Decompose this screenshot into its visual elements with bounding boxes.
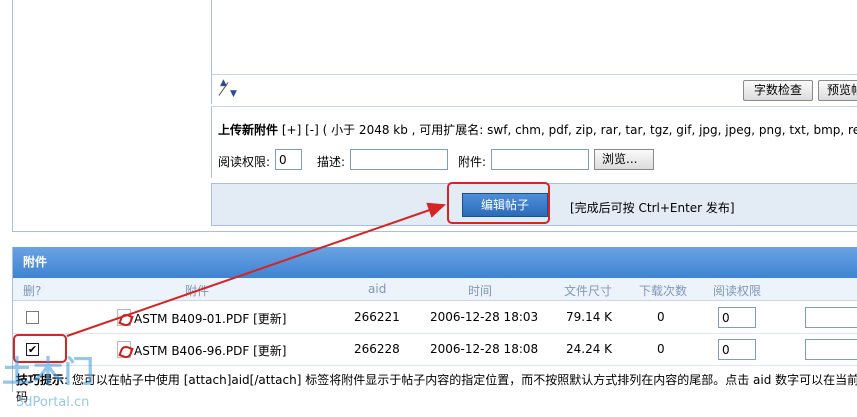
- upload-title-line: 上传新附件 [+] [-] ( 小于 2048 kb , 可用扩展名: swf,…: [218, 121, 857, 138]
- attachment-time: 2006-12-28 18:08: [430, 342, 539, 356]
- attachments-column-headers: 删? 附件 aid 时间 文件尺寸 下载次数 阅读权限: [13, 278, 857, 301]
- attachment-aid[interactable]: 266221: [354, 310, 400, 324]
- desc-input[interactable]: [350, 149, 448, 170]
- update-link[interactable]: [更新]: [253, 344, 286, 358]
- attachment-name: ASTM B406-96.PDF [更新]: [134, 344, 287, 358]
- file-input[interactable]: [491, 149, 589, 170]
- attachment-size: 79.14 K: [566, 310, 613, 324]
- collapse-link[interactable]: [-]: [305, 123, 319, 137]
- desc-label: 描述:: [317, 155, 346, 169]
- attachment-time: 2006-12-28 18:03: [430, 310, 539, 324]
- tips-text: : 您可以在帖子中使用 [attach]aid[/attach] 标签将附件显示…: [64, 373, 857, 387]
- attachments-header: 附件: [13, 247, 857, 278]
- col-delete: 删?: [23, 284, 42, 298]
- col-time: 时间: [468, 284, 493, 298]
- delete-checkbox[interactable]: [26, 311, 39, 324]
- attachment-downloads: 0: [657, 310, 665, 324]
- editor-toolbar: ▲▼ 字数检查 预览帖: [211, 74, 857, 104]
- attachment-aid[interactable]: 266228: [354, 342, 400, 356]
- col-downloads: 下载次数: [639, 284, 688, 298]
- attachment-downloads: 0: [657, 342, 665, 356]
- table-row: ASTM B409-01.PDF [更新] 266221 2006-12-28 …: [13, 302, 857, 334]
- resize-editor-icon[interactable]: ▲ ▼: [218, 79, 238, 99]
- col-size: 文件尺寸: [564, 284, 613, 298]
- upload-panel: 上传新附件 [+] [-] ( 小于 2048 kb , 可用扩展名: swf,…: [211, 106, 857, 178]
- table-row: ✔ ASTM B406-96.PDF [更新] 266228 2006-12-2…: [13, 334, 857, 366]
- preview-button[interactable]: 预览帖: [818, 80, 857, 101]
- wordcount-button[interactable]: 字数检查: [743, 80, 813, 101]
- frame-left-border: [12, 0, 13, 232]
- read-perm-label: 阅读权限:: [218, 155, 271, 169]
- upload-limit-text: ( 小于 2048 kb , 可用扩展名: swf, chm, pdf, zip…: [322, 123, 857, 137]
- watermark-sub: 3dPortal.cn: [16, 395, 90, 410]
- annotation-highlight-submit: [447, 182, 550, 224]
- col-perm: 阅读权限: [713, 284, 762, 298]
- browse-button[interactable]: 浏览...: [594, 149, 654, 170]
- attachment-perm-input[interactable]: [718, 307, 756, 328]
- pdf-icon: [117, 309, 131, 326]
- update-link[interactable]: [更新]: [253, 312, 286, 326]
- col-aid: aid: [368, 282, 387, 296]
- file-label: 附件:: [458, 155, 487, 169]
- watermark-main: 土木门: [2, 355, 95, 390]
- message-textarea[interactable]: [211, 0, 857, 74]
- attachment-desc-input[interactable]: [805, 307, 857, 328]
- attachment-desc-input[interactable]: [805, 339, 857, 360]
- pdf-icon: [117, 341, 131, 358]
- frame-bottom-border: [12, 231, 857, 232]
- expand-link[interactable]: [+]: [282, 123, 301, 137]
- col-file: 附件: [185, 284, 210, 298]
- attachments-table: 附件 删? 附件 aid 时间 文件尺寸 下载次数 阅读权限 ASTM B409…: [12, 247, 857, 392]
- tips-line: 技巧提示: 您可以在帖子中使用 [attach]aid[/attach] 标签将…: [16, 372, 857, 388]
- upload-title: 上传新附件: [218, 123, 279, 137]
- attachment-size: 24.24 K: [566, 342, 613, 356]
- site-watermark: 土木门 3dPortal.cn: [2, 355, 95, 410]
- attachment-name: ASTM B409-01.PDF [更新]: [134, 312, 287, 326]
- read-perm-input[interactable]: [275, 149, 302, 170]
- submit-hint: [完成后可按 Ctrl+Enter 发布]: [570, 201, 735, 215]
- attachment-perm-input[interactable]: [718, 339, 756, 360]
